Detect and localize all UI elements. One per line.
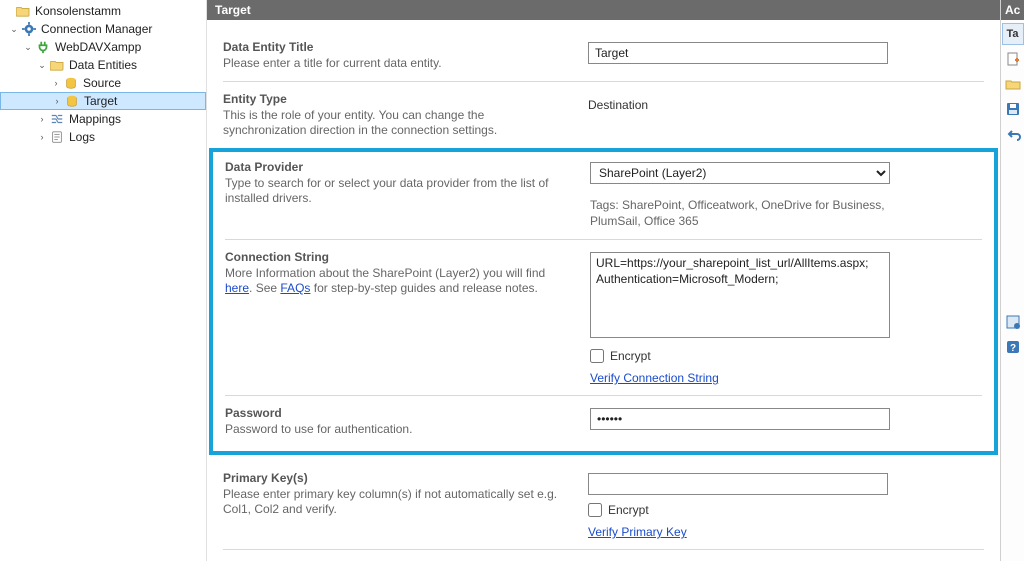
encrypt-pk-label: Encrypt — [608, 503, 649, 517]
tree-label: Konsolenstamm — [34, 2, 121, 20]
field-label-primary-key: Primary Key(s) — [223, 471, 568, 485]
database-icon — [64, 93, 80, 109]
toolbar-help-icon[interactable]: ? — [1002, 336, 1024, 358]
verify-primary-key-link[interactable]: Verify Primary Key — [588, 525, 687, 539]
tree-target[interactable]: › Target — [0, 92, 206, 110]
gear-icon — [21, 21, 37, 37]
actions-tab[interactable]: Ta — [1002, 23, 1024, 45]
expander-icon[interactable]: › — [50, 77, 62, 89]
logs-icon — [49, 129, 65, 145]
toolbar-new-icon[interactable] — [1002, 48, 1024, 70]
primary-key-input[interactable] — [588, 473, 888, 495]
conn-string-faqs-link[interactable]: FAQs — [280, 281, 310, 295]
encrypt-conn-label: Encrypt — [610, 349, 651, 363]
conn-string-here-link[interactable]: here — [225, 281, 249, 295]
entity-type-value: Destination — [588, 94, 984, 112]
page-header: Target — [207, 0, 1000, 20]
toolbar-open-icon[interactable] — [1002, 73, 1024, 95]
tree-label: Target — [83, 92, 117, 110]
highlighted-group: Data Provider Type to search for or sele… — [209, 148, 998, 455]
field-label-entity-type: Entity Type — [223, 92, 568, 106]
tree-label: Source — [82, 74, 121, 92]
field-label-conn-string: Connection String — [225, 250, 570, 264]
mappings-icon — [49, 111, 65, 127]
tree-connection[interactable]: ⌄ WebDAVXampp — [0, 38, 206, 56]
tree-data-entities[interactable]: ⌄ Data Entities — [0, 56, 206, 74]
provider-tags: Tags: SharePoint, Officeatwork, OneDrive… — [590, 198, 890, 229]
field-label-title: Data Entity Title — [223, 40, 568, 54]
tree-label: Data Entities — [68, 56, 137, 74]
page-title: Target — [215, 3, 251, 17]
actions-header: Ac — [1001, 0, 1024, 20]
data-entity-title-input[interactable] — [588, 42, 888, 64]
actions-strip: Ac Ta ? — [1000, 0, 1024, 561]
expander-icon[interactable]: ⌄ — [8, 23, 20, 35]
field-desc-primary-key: Please enter primary key column(s) if no… — [223, 487, 568, 517]
tree-logs[interactable]: › Logs — [0, 128, 206, 146]
toolbar-undo-icon[interactable] — [1002, 123, 1024, 145]
password-input[interactable] — [590, 408, 890, 430]
encrypt-pk-checkbox[interactable] — [588, 503, 602, 517]
navigation-tree: ▾ Konsolenstamm ⌄ — [0, 0, 207, 561]
connection-string-textarea[interactable] — [590, 252, 890, 338]
toolbar-settings-icon[interactable] — [1002, 311, 1024, 333]
folder-icon — [15, 3, 31, 19]
field-desc-provider: Type to search for or select your data p… — [225, 176, 570, 206]
field-desc-entity-type: This is the role of your entity. You can… — [223, 108, 568, 138]
toolbar-save-icon[interactable] — [1002, 98, 1024, 120]
tree-label: WebDAVXampp — [54, 38, 141, 56]
data-provider-select[interactable]: SharePoint (Layer2) — [590, 162, 890, 184]
field-label-password: Password — [225, 406, 570, 420]
expander-icon[interactable]: ⌄ — [22, 41, 34, 53]
tree-connection-manager[interactable]: ⌄ Connection Manager — [0, 20, 206, 38]
field-label-provider: Data Provider — [225, 160, 570, 174]
field-desc-password: Password to use for authentication. — [225, 422, 570, 437]
field-desc-title: Please enter a title for current data en… — [223, 56, 568, 71]
folder-icon — [49, 57, 65, 73]
verify-connection-string-link[interactable]: Verify Connection String — [590, 371, 719, 385]
tree-root[interactable]: ▾ Konsolenstamm — [0, 2, 206, 20]
tree-mappings[interactable]: › Mappings — [0, 110, 206, 128]
encrypt-conn-checkbox[interactable] — [590, 349, 604, 363]
tree-source[interactable]: › Source — [0, 74, 206, 92]
plug-icon — [35, 39, 51, 55]
svg-text:?: ? — [1009, 343, 1015, 354]
expander-icon[interactable]: ⌄ — [36, 59, 48, 71]
tree-label: Connection Manager — [40, 20, 152, 38]
database-icon — [63, 75, 79, 91]
tree-label: Mappings — [68, 110, 121, 128]
expander-icon[interactable]: › — [51, 95, 63, 107]
expander-icon[interactable]: › — [36, 131, 48, 143]
expander-icon[interactable]: › — [36, 113, 48, 125]
tree-label: Logs — [68, 128, 95, 146]
field-desc-conn-string: More Information about the SharePoint (L… — [225, 266, 570, 296]
